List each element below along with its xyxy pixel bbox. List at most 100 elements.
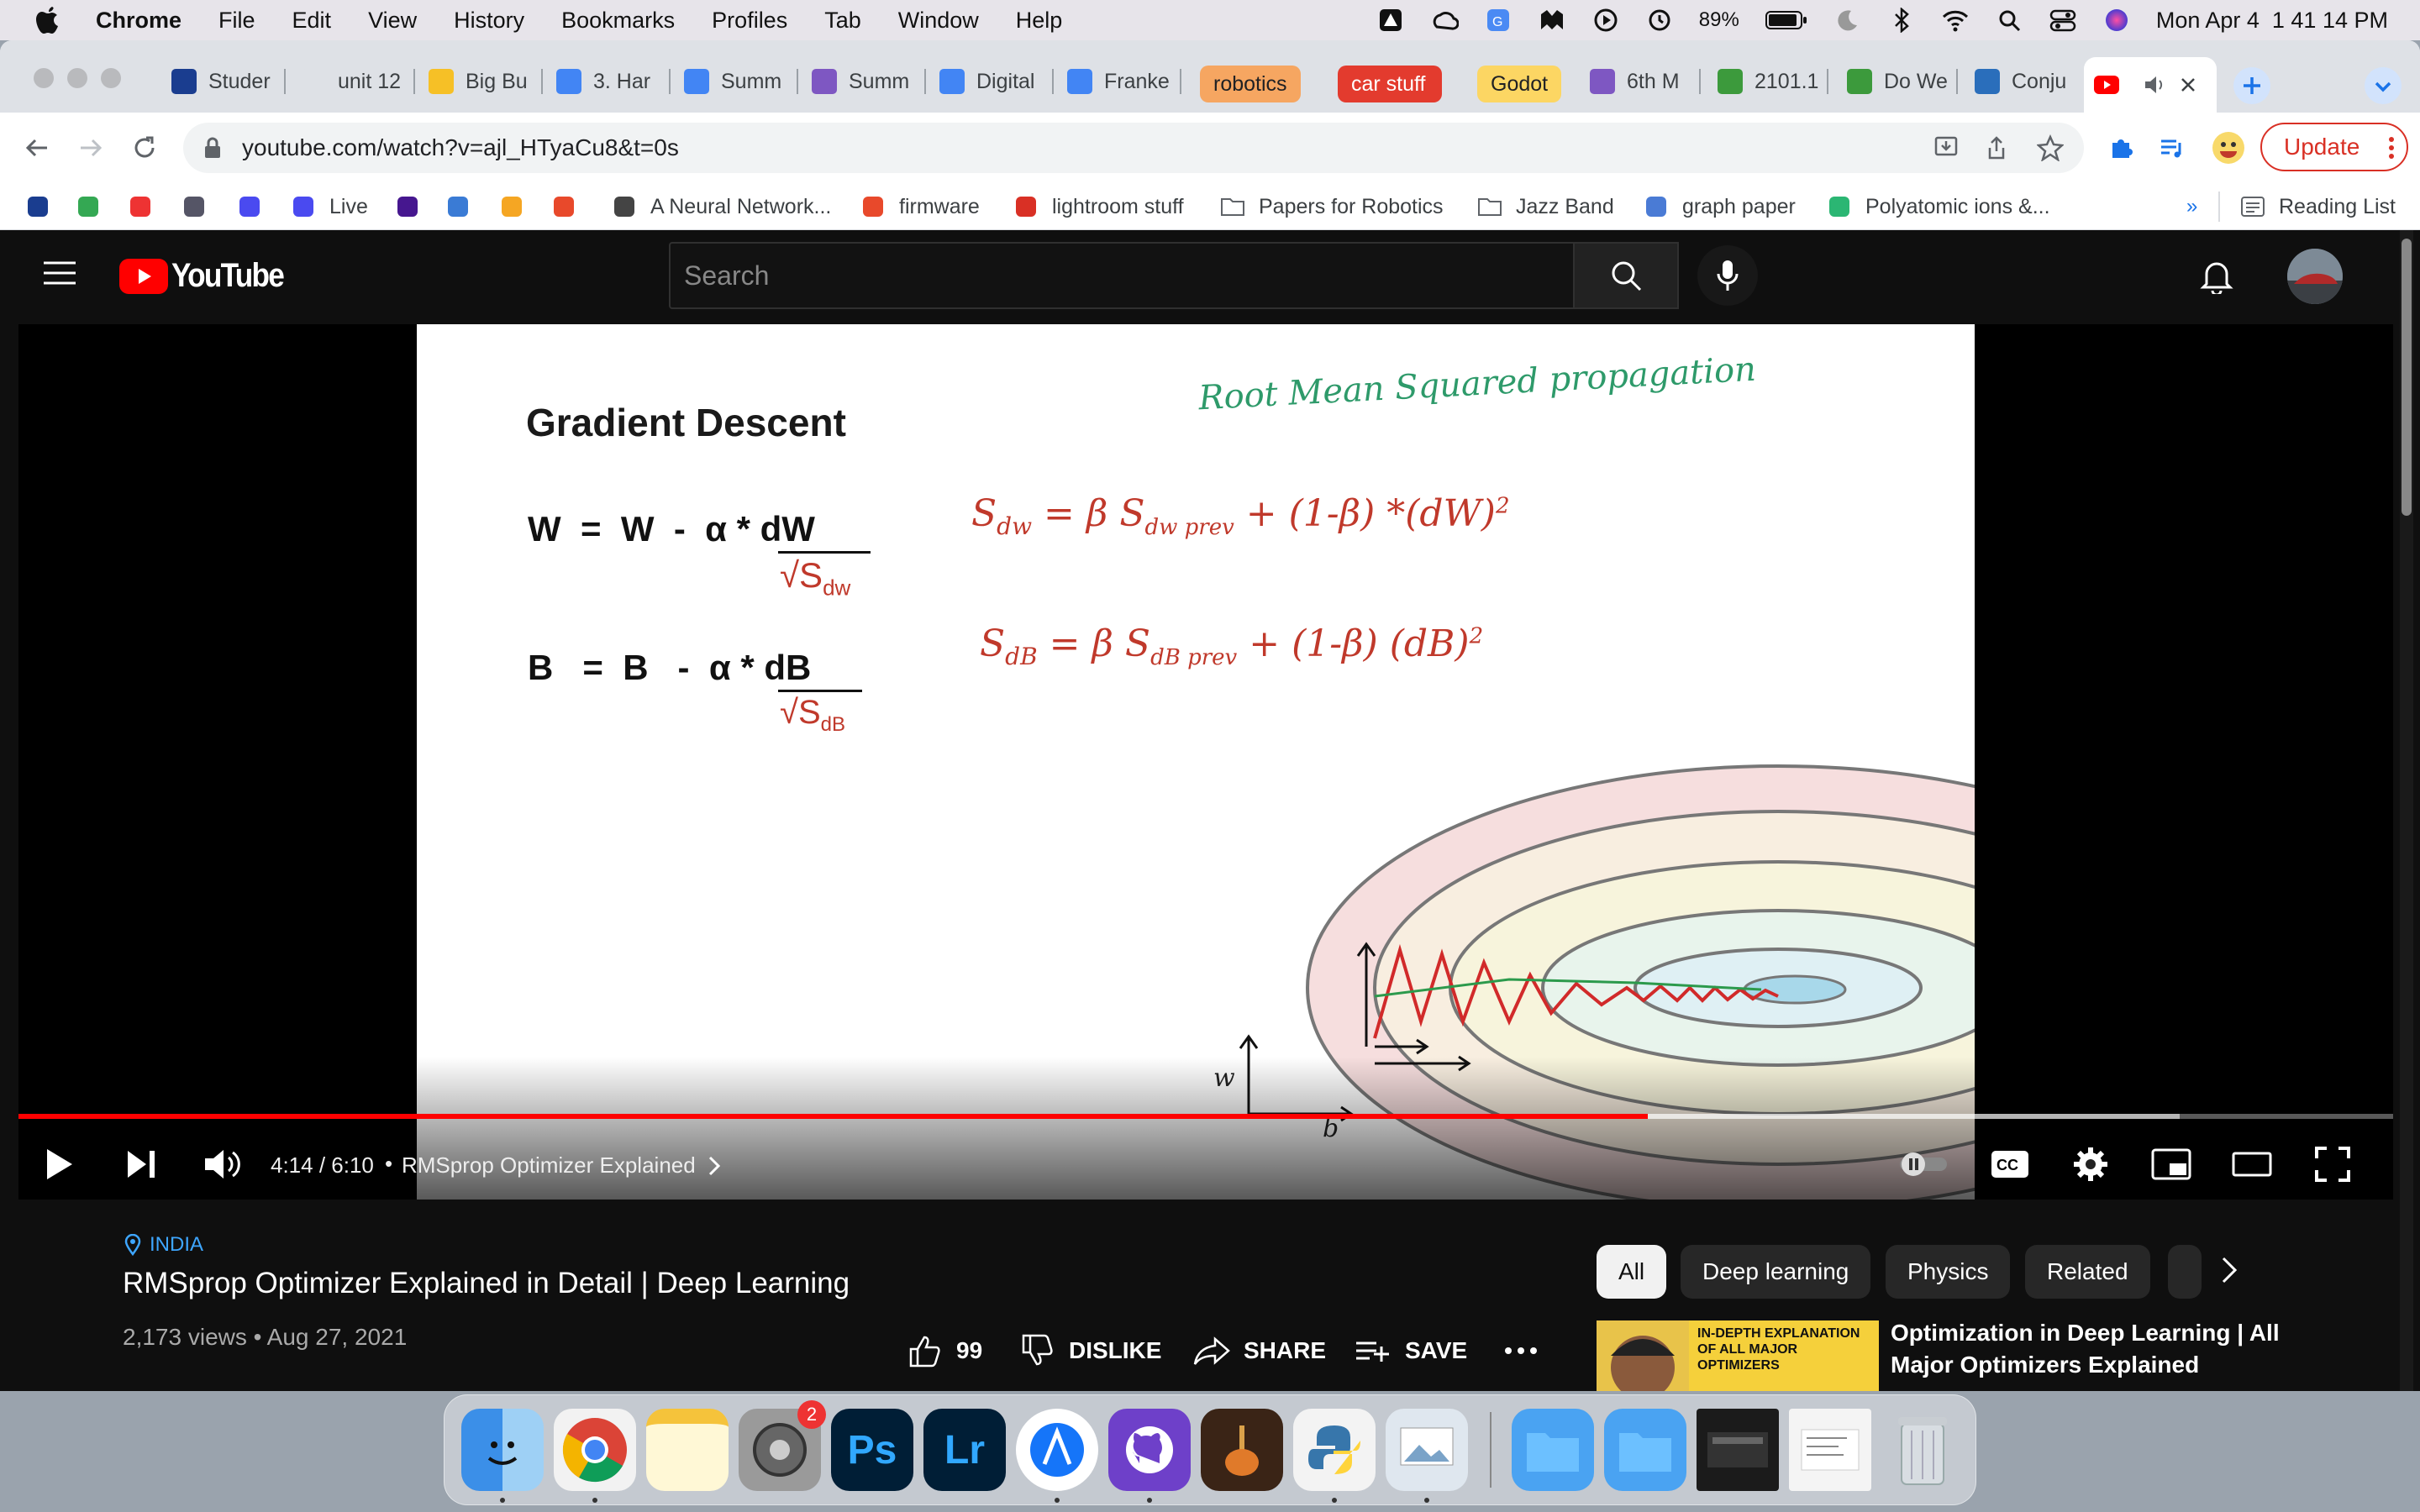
translate-icon[interactable]: G: [1484, 6, 1512, 34]
menu-bookmarks[interactable]: Bookmarks: [561, 8, 675, 34]
tab-search-button[interactable]: [2363, 66, 2403, 106]
account-avatar[interactable]: [2287, 249, 2343, 304]
bookmark-item[interactable]: [445, 192, 484, 222]
browser-tab[interactable]: unit 12: [289, 59, 415, 104]
bookmark-item[interactable]: firmware: [860, 192, 980, 222]
bookmark-item[interactable]: Polyatomic ions &...: [1827, 192, 2050, 222]
media-queue-icon[interactable]: [2153, 129, 2190, 166]
finder-icon[interactable]: [461, 1409, 544, 1491]
share-button[interactable]: SHARE: [1193, 1327, 1326, 1374]
autoplay-toggle[interactable]: [1894, 1141, 1953, 1188]
guide-menu-icon[interactable]: [44, 260, 76, 290]
volume-button[interactable]: [198, 1141, 245, 1188]
bookmark-item[interactable]: [25, 192, 64, 222]
fullscreen-button[interactable]: [2309, 1141, 2356, 1188]
time-machine-icon[interactable]: [1645, 6, 1674, 34]
browser-tab[interactable]: Franke: [1055, 59, 1181, 104]
battery-icon[interactable]: [1765, 6, 1808, 34]
back-button[interactable]: [18, 129, 55, 166]
play-circle-icon[interactable]: [1591, 6, 1620, 34]
menu-view[interactable]: View: [368, 8, 417, 34]
bookmark-star-icon[interactable]: [2035, 133, 2065, 163]
notifications-bell-icon[interactable]: [2200, 257, 2233, 298]
python-icon[interactable]: [1293, 1409, 1376, 1491]
reload-button[interactable]: [126, 129, 163, 166]
recommended-thumbnail[interactable]: IN-DEPTH EXPLANATION OF ALL MAJOR OPTIMI…: [1597, 1320, 1879, 1391]
youtube-search-button[interactable]: [1575, 242, 1679, 309]
settings-gear-icon[interactable]: [2067, 1141, 2114, 1188]
bookmark-item[interactable]: [128, 192, 166, 222]
browser-tab[interactable]: Do We: [1835, 59, 1958, 104]
browser-tab[interactable]: 3. Har: [544, 59, 671, 104]
page-scrollbar[interactable]: [2400, 230, 2413, 1391]
chip-physics[interactable]: Physics: [1886, 1245, 2011, 1299]
menubar-clock[interactable]: Mon Apr 4 1 41 14 PM: [2156, 8, 2388, 34]
bookmark-item[interactable]: Live: [291, 192, 368, 222]
browser-tab[interactable]: Studer: [160, 59, 286, 104]
trash-icon[interactable]: [1881, 1409, 1964, 1491]
youtube-search-input[interactable]: Search: [669, 242, 1575, 309]
like-button[interactable]: 99: [908, 1327, 982, 1374]
window-zoom-button[interactable]: [101, 68, 121, 88]
lightroom-icon[interactable]: Lr: [923, 1409, 1006, 1491]
bookmark-item[interactable]: [76, 192, 114, 222]
chapter-title-button[interactable]: RMSprop Optimizer Explained: [402, 1152, 721, 1179]
menu-file[interactable]: File: [218, 8, 255, 34]
control-center-icon[interactable]: [2049, 6, 2077, 34]
menu-window[interactable]: Window: [898, 8, 979, 34]
tab-group-label[interactable]: robotics: [1200, 66, 1301, 102]
next-video-button[interactable]: [118, 1141, 165, 1188]
recommended-title[interactable]: Optimization in Deep Learning | All Majo…: [1891, 1317, 2328, 1391]
system-preferences-icon[interactable]: 2: [739, 1400, 826, 1491]
video-player[interactable]: Gradient Descent Root Mean Squared propa…: [18, 324, 2393, 1200]
documents-folder-icon[interactable]: [1604, 1409, 1686, 1491]
extensions-puzzle-icon[interactable]: [2102, 129, 2139, 166]
bookmark-item[interactable]: lightroom stuff: [1013, 192, 1184, 222]
captions-button[interactable]: CC: [1986, 1141, 2033, 1188]
bookmark-item[interactable]: [182, 192, 220, 222]
bookmark-item[interactable]: [551, 192, 590, 222]
tab-audio-speaker-icon[interactable]: [2143, 74, 2168, 96]
share-page-icon[interactable]: [1981, 133, 2012, 163]
miniplayer-button[interactable]: [2148, 1141, 2195, 1188]
dislike-button[interactable]: DISLIKE: [1020, 1327, 1161, 1374]
bookmark-item[interactable]: [395, 192, 434, 222]
window-close-button[interactable]: [34, 68, 54, 88]
bookmark-item[interactable]: Papers for Robotics: [1220, 192, 1444, 222]
address-url[interactable]: youtube.com/watch?v=ajl_HTyaCu8&t=0s: [242, 134, 679, 161]
scrollbar-thumb[interactable]: [2402, 239, 2412, 516]
bookmarks-overflow-chevron[interactable]: »: [2186, 192, 2197, 222]
install-app-icon[interactable]: [1931, 133, 1961, 163]
lock-icon[interactable]: [203, 136, 222, 160]
save-button[interactable]: SAVE: [1355, 1327, 1467, 1374]
menu-profiles[interactable]: Profiles: [712, 8, 787, 34]
browser-tab[interactable]: Digital: [928, 59, 1054, 104]
window-minimize-button[interactable]: [67, 68, 87, 88]
apple-icon[interactable]: [32, 4, 64, 36]
malwarebytes-icon[interactable]: [1538, 6, 1566, 34]
siri-icon[interactable]: [2102, 6, 2131, 34]
preview-icon[interactable]: [1386, 1409, 1468, 1491]
chip-partial[interactable]: [2168, 1245, 2202, 1299]
browser-tab[interactable]: Big Bu: [417, 59, 543, 104]
bluetooth-icon[interactable]: [1887, 6, 1916, 34]
creative-cloud-icon[interactable]: [1430, 6, 1459, 34]
menu-edit[interactable]: Edit: [292, 8, 332, 34]
forward-button[interactable]: [72, 129, 109, 166]
bookmark-item[interactable]: [237, 192, 276, 222]
drive-status-icon[interactable]: [1376, 6, 1405, 34]
video-progress-bar[interactable]: [18, 1114, 2393, 1119]
bookmark-item[interactable]: A Neural Network...: [612, 192, 831, 222]
update-chrome-button[interactable]: Update: [2260, 123, 2408, 171]
menu-help[interactable]: Help: [1016, 8, 1063, 34]
chip-all[interactable]: All: [1597, 1245, 1667, 1299]
tab-group-label[interactable]: Godot: [1477, 66, 1562, 102]
browser-tab[interactable]: Summ: [800, 59, 926, 104]
xcode-icon[interactable]: [1016, 1409, 1098, 1491]
recent-screenshot-1[interactable]: [1697, 1409, 1779, 1491]
bookmark-item[interactable]: Jazz Band: [1477, 192, 1614, 222]
location-tag[interactable]: INDIA: [124, 1233, 203, 1257]
browser-tab[interactable]: Summ: [672, 59, 798, 104]
play-button[interactable]: [35, 1141, 82, 1188]
more-actions-button[interactable]: [1504, 1327, 1538, 1374]
